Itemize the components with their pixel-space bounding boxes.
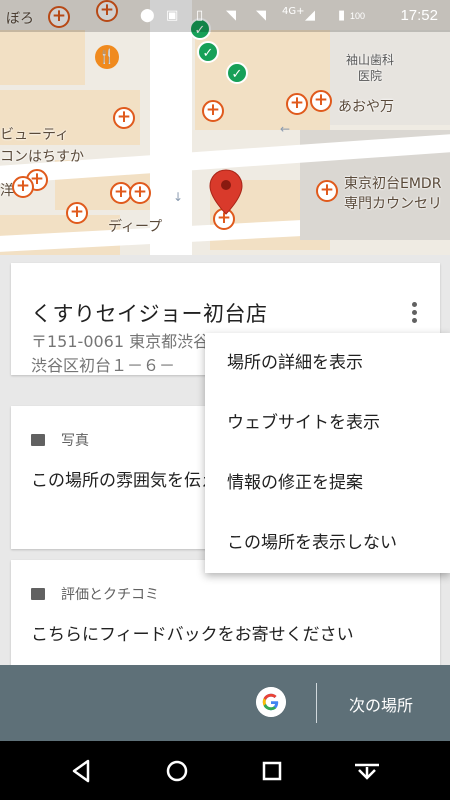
network-type: 4G+ <box>282 6 305 17</box>
map-label-aoyama: あおや万 <box>338 99 394 115</box>
menu-item-view-details[interactable]: 場所の詳細を表示 <box>205 333 450 393</box>
map-label-deep: ディープ <box>108 219 163 235</box>
review-prompt: こちらにフィードバックをお寄せください <box>31 625 354 645</box>
map-label-beauty: ビューティ コンはちすか <box>0 127 84 165</box>
restaurant-pin-icon[interactable]: 🍴 <box>95 45 119 69</box>
plus-pin-icon[interactable]: + <box>66 202 88 224</box>
photo-section-header: 写真 <box>31 430 89 450</box>
plus-pin-icon[interactable]: + <box>12 176 34 198</box>
signal-icon: ◢ <box>305 8 315 23</box>
check-pin-icon[interactable]: ✓ <box>197 41 219 63</box>
map-view[interactable]: ぼろ 袖山歯科 医院 あおや万 ビューティ コンはちすか 洋 東京初台EMDR … <box>0 0 450 255</box>
menu-item-suggest-edit[interactable]: 情報の修正を提案 <box>205 453 450 513</box>
plus-pin-icon[interactable]: + <box>202 100 224 122</box>
system-nav-bar <box>0 741 450 800</box>
review-card[interactable]: 評価とクチコミ こちらにフィードバックをお寄せください <box>11 560 440 670</box>
plus-pin-icon[interactable]: + <box>316 180 338 202</box>
review-section-header: 評価とクチコミ <box>31 584 159 604</box>
map-block <box>0 30 85 85</box>
map-label-hospital: 袖山歯科 医院 <box>346 53 395 83</box>
menu-item-view-website[interactable]: ウェブサイトを表示 <box>205 393 450 453</box>
google-g-icon <box>256 687 286 717</box>
location-icon: ⬤ <box>140 8 155 23</box>
photo-heading: 写真 <box>61 433 89 449</box>
map-label-emdr: 東京初台EMDR 専門カウンセリ <box>344 176 442 212</box>
selected-place-marker-icon[interactable] <box>208 168 244 220</box>
bar-divider <box>316 683 317 723</box>
home-icon[interactable] <box>161 755 193 787</box>
phone-icon: ▯ <box>196 8 204 23</box>
more-options-icon[interactable] <box>402 299 426 327</box>
one-way-arrow-icon: ↓ <box>173 190 184 204</box>
menu-item-hide-place[interactable]: この場所を表示しない <box>205 513 450 573</box>
photo-icon <box>31 434 45 446</box>
clock: 17:52 <box>400 7 438 24</box>
check-pin-icon[interactable]: ✓ <box>226 62 248 84</box>
recents-icon[interactable] <box>256 755 288 787</box>
place-name: くすりセイジョー初台店 <box>31 302 268 326</box>
plus-pin-icon[interactable]: + <box>113 107 135 129</box>
next-place-button[interactable]: 次の場所 <box>349 692 413 716</box>
wifi-icon: ◥ <box>256 8 266 23</box>
battery-icon: ▮ <box>338 8 346 23</box>
screenshot-icon: ▣ <box>166 8 179 23</box>
plus-pin-icon[interactable]: + <box>129 182 151 204</box>
back-icon[interactable] <box>66 755 98 787</box>
plus-pin-icon[interactable]: + <box>286 93 308 115</box>
one-way-arrow-icon: ← <box>280 122 291 136</box>
status-bar: ⬤ ▣ ▯ ◥ ◥ 4G+ ◢ ▮ 100 17:52 <box>0 0 450 32</box>
battery-level: 100 <box>350 11 366 21</box>
plus-pin-icon[interactable]: + <box>310 90 332 112</box>
review-heading: 評価とクチコミ <box>61 587 159 603</box>
review-icon <box>31 588 45 600</box>
next-place-bar: 次の場所 <box>0 665 450 741</box>
wifi-icon: ◥ <box>226 8 236 23</box>
overflow-menu: 場所の詳細を表示 ウェブサイトを表示 情報の修正を提案 この場所を表示しない <box>205 333 450 573</box>
hide-keyboard-icon[interactable] <box>351 755 383 787</box>
